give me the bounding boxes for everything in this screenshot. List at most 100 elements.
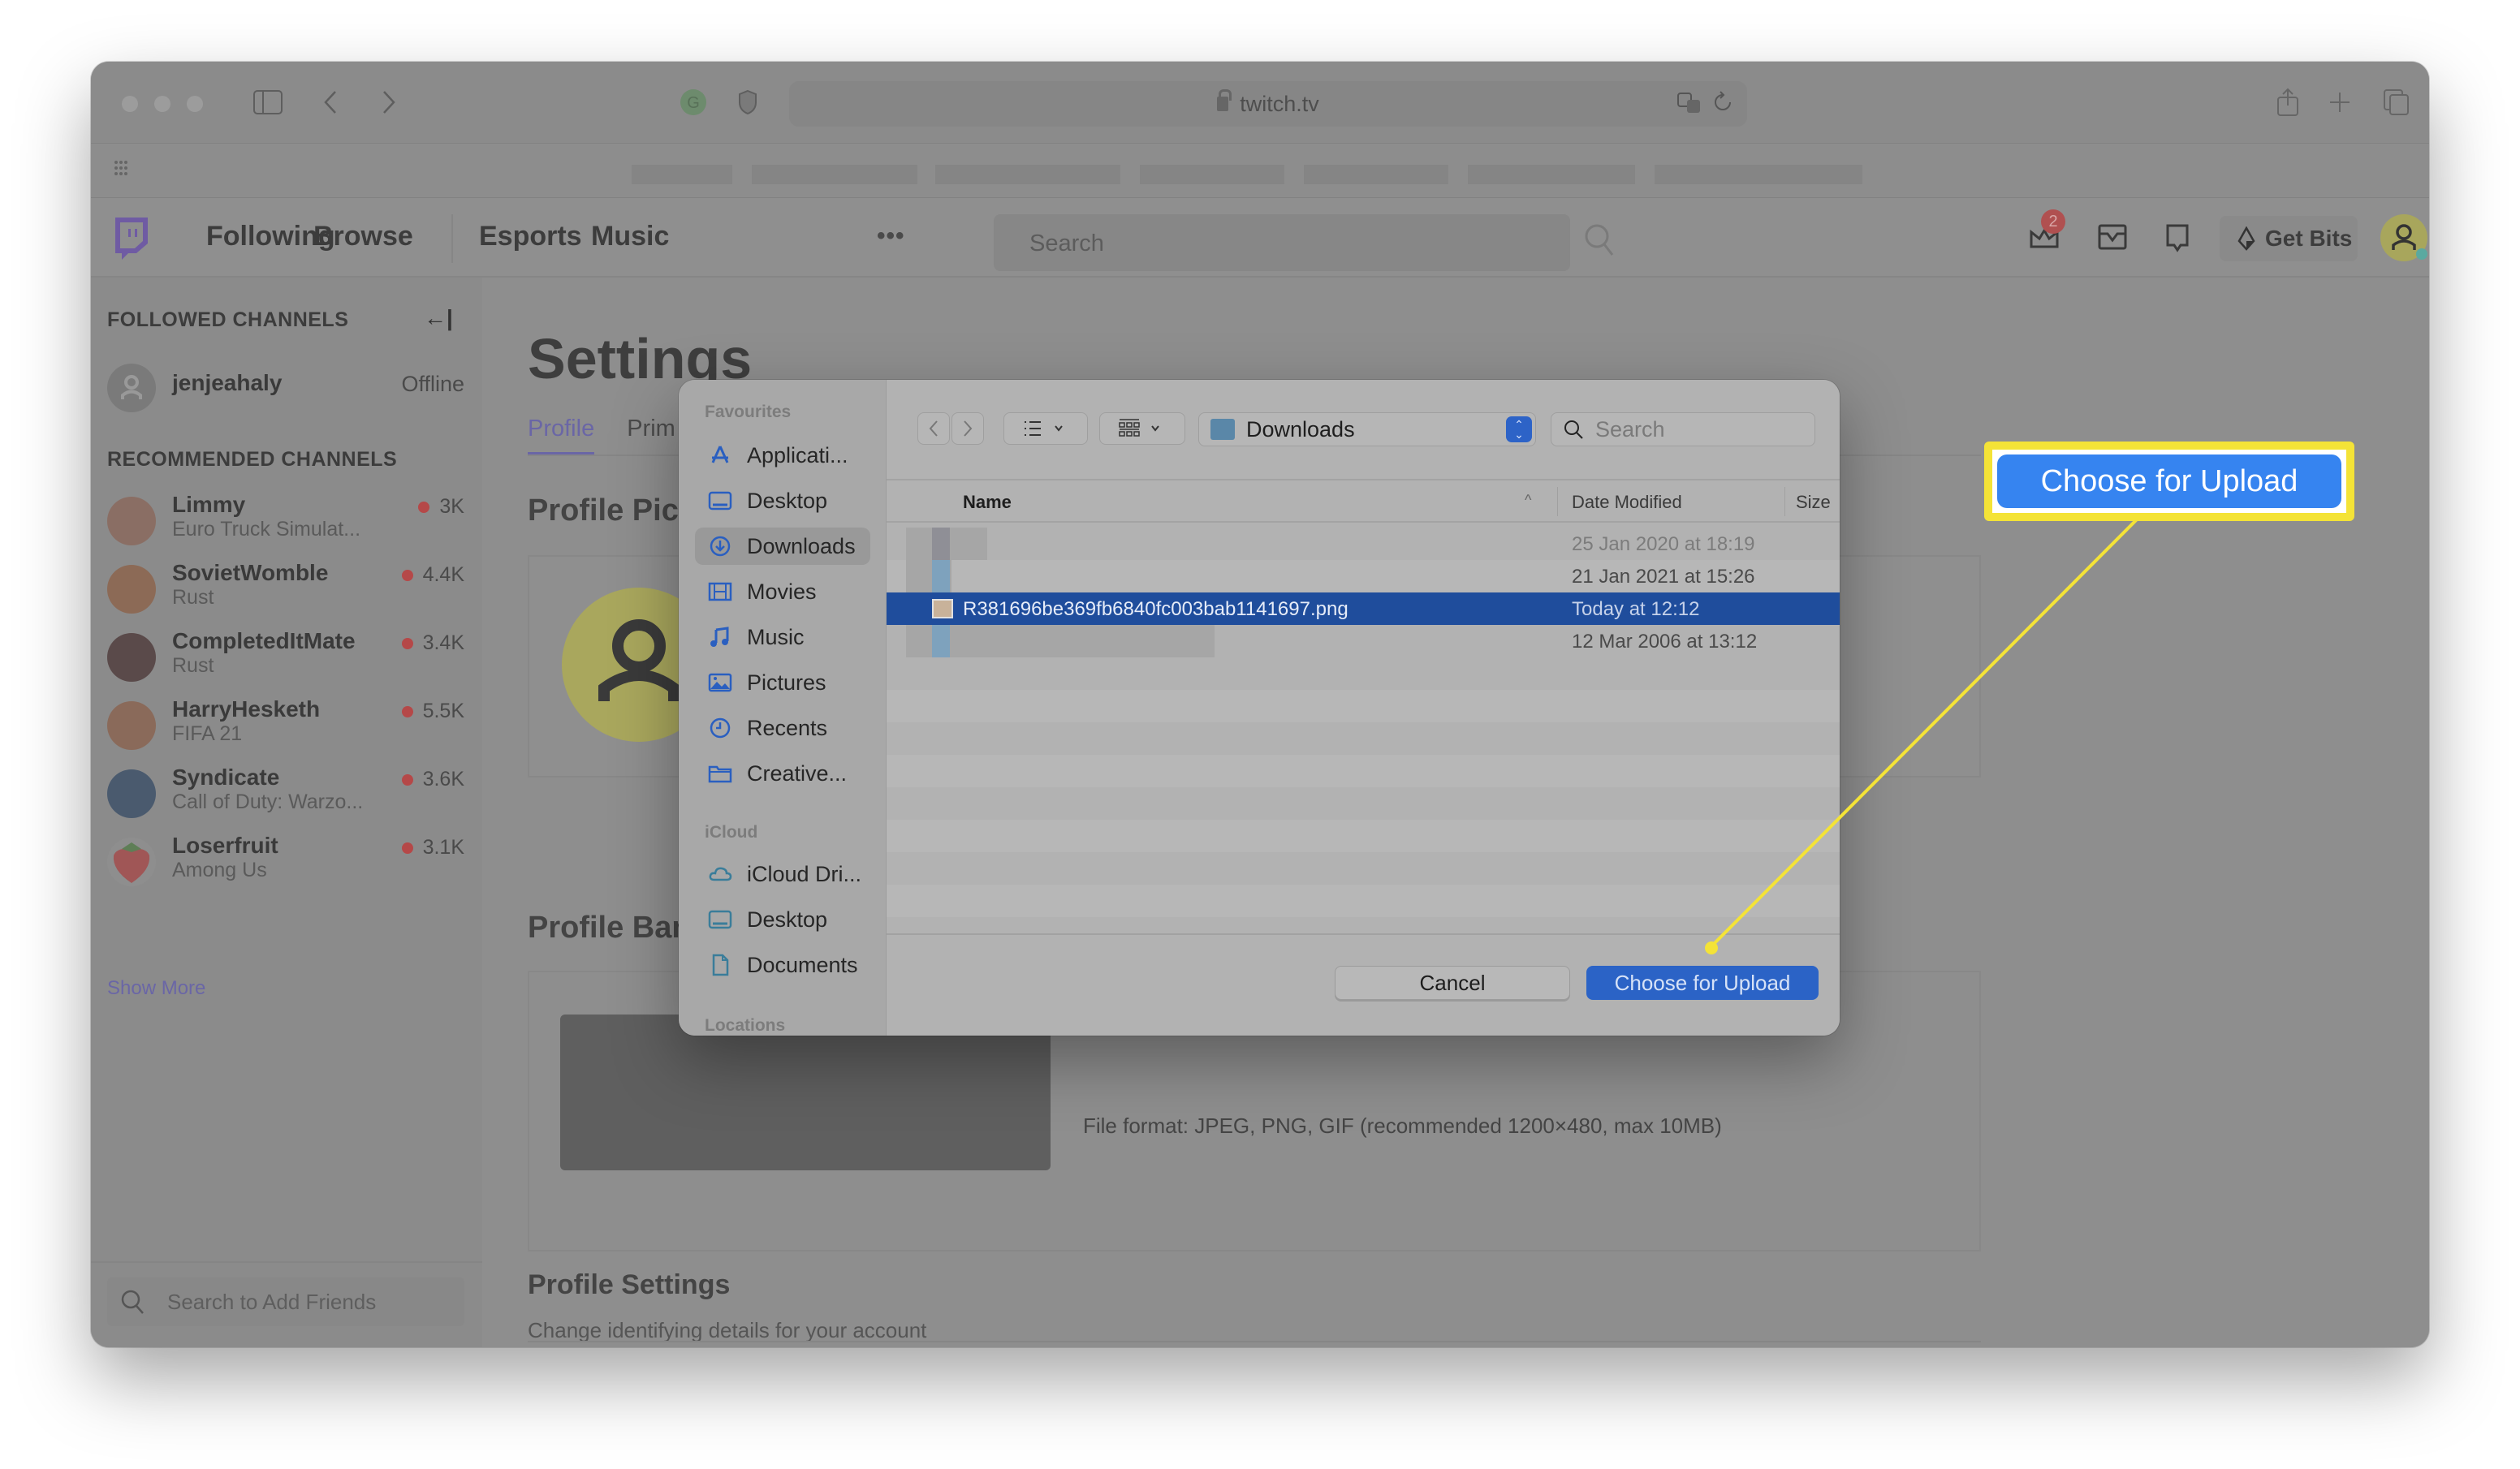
channels-sidebar: FOLLOWED CHANNELS ←| jenjeahaly Offline …: [91, 278, 482, 1347]
channel-name: Loserfruit: [172, 833, 278, 858]
url-text: twitch.tv: [1240, 91, 1319, 116]
svg-text:G: G: [687, 94, 700, 112]
sidebar-item-documents[interactable]: Documents: [695, 946, 870, 984]
recommended-channels-heading: RECOMMENDED CHANNELS: [107, 448, 398, 471]
dialog-search-input[interactable]: Search: [1551, 412, 1815, 446]
address-bar[interactable]: twitch.tv: [789, 81, 1747, 127]
recommended-channel-item[interactable]: HarryHesketh FIFA 21 5.5K: [107, 696, 464, 753]
bookmark-item[interactable]: [1304, 165, 1448, 184]
dialog-sidebar: Favourites Applicati... Desktop Download…: [679, 380, 887, 1036]
tab-overview-icon[interactable]: [2380, 86, 2413, 118]
dialog-forward-button[interactable]: [951, 412, 984, 445]
sort-ascending-icon[interactable]: ^: [1525, 492, 1531, 509]
bookmark-item[interactable]: [1140, 165, 1284, 184]
sidebar-item-downloads[interactable]: Downloads: [695, 528, 870, 565]
file-row[interactable]: 25 Jan 2020 at 18:19: [887, 528, 1840, 560]
friend-search-input[interactable]: Search to Add Friends: [107, 1277, 464, 1326]
file-row-selected[interactable]: R381696be369fb6840fc003bab1141697.png To…: [887, 592, 1840, 625]
recommended-channel-item[interactable]: Loserfruit Among Us 3.1K: [107, 833, 464, 890]
nav-browse[interactable]: Browse: [313, 221, 413, 252]
sidebar-item-music[interactable]: Music: [695, 618, 870, 656]
bookmark-item[interactable]: [1468, 165, 1635, 184]
icloud-heading: iCloud: [705, 823, 758, 842]
column-size[interactable]: Size: [1796, 492, 1831, 513]
downloads-folder-icon: [1210, 419, 1235, 440]
back-icon[interactable]: [318, 86, 343, 118]
recommended-channel-item[interactable]: Syndicate Call of Duty: Warzo... 3.6K: [107, 765, 464, 821]
channel-game: Among Us: [172, 859, 267, 881]
nav-esports[interactable]: Esports: [479, 221, 582, 252]
get-bits-button[interactable]: Get Bits: [2220, 216, 2358, 261]
recommended-channel-item[interactable]: SovietWomble Rust 4.4K: [107, 560, 464, 617]
file-row[interactable]: 21 Jan 2021 at 15:26: [887, 560, 1840, 592]
list-view-button[interactable]: [1003, 412, 1088, 445]
profile-settings-title: Profile Settings: [528, 1269, 731, 1300]
collapse-sidebar-icon[interactable]: ←|: [424, 305, 453, 331]
share-icon[interactable]: [2272, 86, 2304, 118]
friend-search-placeholder: Search to Add Friends: [167, 1289, 377, 1314]
sidebar-item-pictures[interactable]: Pictures: [695, 664, 870, 701]
user-avatar[interactable]: [2380, 214, 2427, 261]
channel-game: FIFA 21: [172, 722, 243, 745]
bookmark-item[interactable]: [632, 165, 732, 184]
sidebar-item-applications[interactable]: Applicati...: [695, 437, 870, 474]
live-dot-icon: [401, 842, 413, 854]
sidebar-item-desktop[interactable]: Desktop: [695, 482, 870, 519]
music-icon: [710, 627, 729, 647]
choose-for-upload-button[interactable]: Choose for Upload: [1586, 966, 1819, 1000]
more-icon[interactable]: •••: [877, 222, 905, 250]
close-window-button[interactable]: [122, 96, 138, 112]
shield-icon[interactable]: [736, 86, 760, 118]
group-view-button[interactable]: [1099, 412, 1185, 445]
tab-profile[interactable]: Profile: [528, 416, 595, 455]
pictures-icon: [708, 673, 732, 692]
minimize-window-button[interactable]: [154, 96, 170, 112]
sidebar-item-creative[interactable]: Creative...: [695, 755, 870, 792]
forward-icon[interactable]: [377, 86, 401, 118]
icloud-icon: [709, 867, 732, 881]
bookmark-item[interactable]: [1655, 165, 1862, 184]
file-date: Today at 12:12: [1572, 598, 1700, 620]
file-date: 21 Jan 2021 at 15:26: [1572, 566, 1755, 588]
downloads-icon: [710, 536, 731, 557]
channel-status: Offline: [401, 372, 464, 396]
twitch-search-input[interactable]: Search: [994, 214, 1570, 271]
twitch-logo-icon[interactable]: [112, 216, 149, 260]
sidebar-item-recents[interactable]: Recents: [695, 709, 870, 747]
whispers-icon[interactable]: [2161, 221, 2194, 253]
grammarly-icon[interactable]: G: [677, 86, 710, 118]
reload-icon[interactable]: [1713, 91, 1732, 119]
recents-icon: [710, 717, 731, 739]
sidebar-item-icloud-drive[interactable]: iCloud Dri...: [695, 855, 870, 893]
channel-name: SovietWomble: [172, 560, 329, 585]
search-icon[interactable]: [1583, 222, 1622, 261]
tab-prime[interactable]: Prim: [627, 416, 675, 455]
dialog-back-button[interactable]: [917, 412, 950, 445]
channel-avatar: [107, 769, 156, 818]
column-name[interactable]: Name: [963, 492, 1012, 513]
sidebar-item-movies[interactable]: Movies: [695, 573, 870, 610]
translate-icon[interactable]: [1677, 93, 1702, 121]
applications-icon: [711, 446, 729, 463]
cancel-button[interactable]: Cancel: [1335, 966, 1570, 1000]
show-more-link[interactable]: Show More: [107, 977, 205, 1000]
inbox-icon[interactable]: [2096, 221, 2129, 253]
recommended-channel-item[interactable]: Limmy Euro Truck Simulat... 3K: [107, 492, 464, 549]
column-date-modified[interactable]: Date Modified: [1572, 492, 1682, 513]
desktop-icon: [708, 910, 732, 929]
zoom-window-button[interactable]: [187, 96, 203, 112]
followed-channel-item[interactable]: jenjeahaly Offline: [107, 359, 464, 416]
bookmarks-bar: [91, 143, 2429, 198]
sidebar-toggle-icon[interactable]: [252, 86, 284, 118]
channel-avatar: [107, 497, 156, 545]
file-name: R381696be369fb6840fc003bab1141697.png: [963, 598, 1348, 620]
apps-grid-icon[interactable]: [114, 160, 132, 182]
nav-music[interactable]: Music: [591, 221, 669, 252]
bookmark-item[interactable]: [935, 165, 1120, 184]
file-row[interactable]: 12 Mar 2006 at 13:12: [887, 625, 1840, 657]
sidebar-item-icloud-desktop[interactable]: Desktop: [695, 901, 870, 938]
location-popup[interactable]: Downloads ⌃ ⌄: [1198, 412, 1536, 446]
recommended-channel-item[interactable]: CompletedItMate Rust 3.4K: [107, 628, 464, 685]
new-tab-icon[interactable]: [2324, 86, 2356, 118]
bookmark-item[interactable]: [752, 165, 917, 184]
